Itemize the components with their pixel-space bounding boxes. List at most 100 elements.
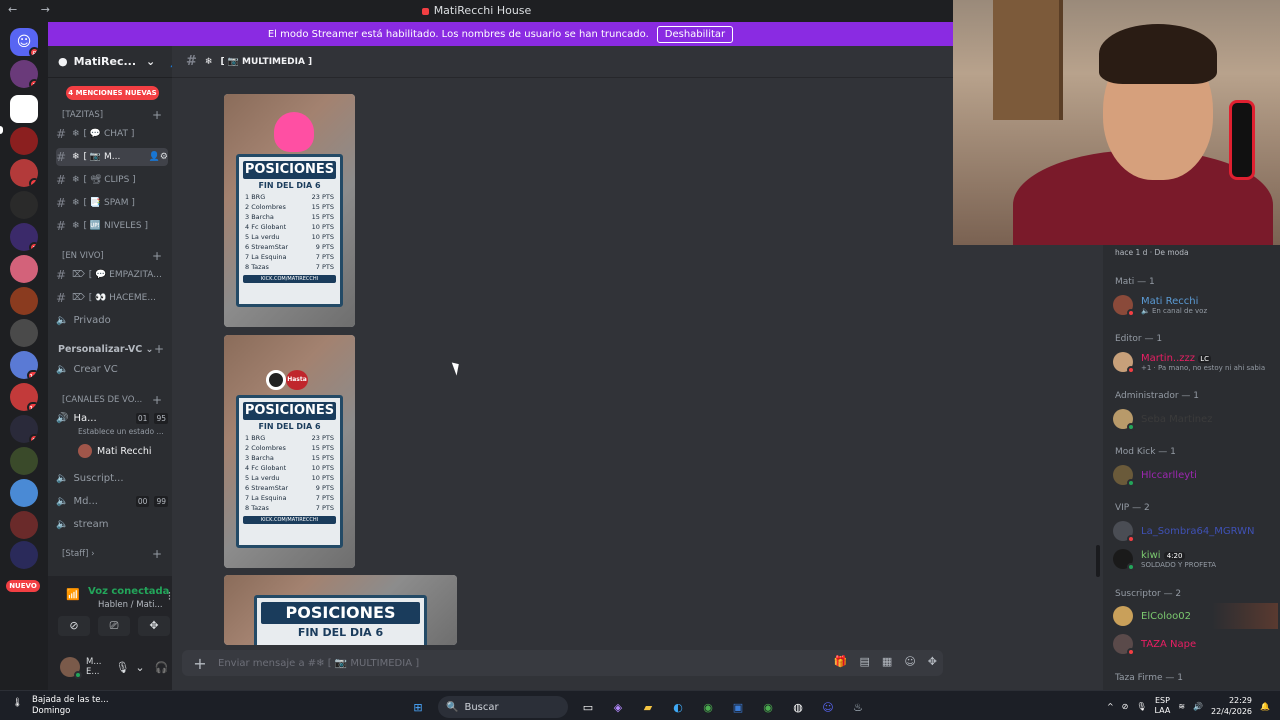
voice-channel-suscriptores[interactable]: 🔈 Suscript... (56, 469, 168, 487)
obs-icon[interactable]: ◍ (788, 697, 808, 717)
server-icon-8[interactable] (10, 287, 38, 315)
server-icon-15[interactable] (10, 511, 38, 539)
task-view-icon[interactable]: ▭ (578, 697, 598, 717)
poster-image-1[interactable]: POSICIONES FIN DEL DIA 6 1 BRG 23 PTS 2 C… (224, 94, 355, 327)
category-tazitas[interactable]: [TAZITAS] + (62, 108, 172, 122)
chrome-icon[interactable]: ◉ (698, 697, 718, 717)
live-icon: ⌦ (72, 293, 85, 303)
server-icon-5[interactable] (10, 191, 38, 219)
notification-icon[interactable]: 🔔 (1260, 702, 1270, 711)
file-explorer-icon[interactable]: ▰ (638, 697, 658, 717)
add-channel-icon[interactable]: + (152, 547, 162, 561)
channel-settings-icon[interactable]: 👤⚙ (149, 152, 168, 162)
server-icon-11[interactable]: 16 (10, 383, 38, 411)
channel-haceme[interactable]: # ⌦[ 👀 HACEME... (56, 289, 168, 307)
chevron-up-icon[interactable]: ^ (1107, 702, 1114, 711)
channel-niveles[interactable]: # ❄[ 🆙 NIVELES ] (56, 217, 168, 235)
apps-icon[interactable]: ✥ (928, 655, 937, 668)
camera-off-button[interactable]: ⊘ (58, 616, 90, 636)
volume-icon[interactable]: 🔊 (1193, 702, 1203, 711)
scrollbar[interactable] (1096, 545, 1100, 577)
member-mati-recchi[interactable]: Mati Recchi 🔈 En canal de voz (1113, 292, 1278, 318)
microphone-icon[interactable]: 🎙 (115, 661, 129, 674)
activity-meta: hace 1 d · De moda (1115, 248, 1189, 257)
server-icon-4[interactable]: 4 (10, 159, 38, 187)
channel-clips[interactable]: # ❄[ 📽 CLIPS ] (56, 171, 168, 189)
member-suscriptor-2[interactable]: TAZA Nape (1113, 631, 1278, 657)
member-vip-2[interactable]: kiwi 4:20 SOLDADO Y PROFETA (1113, 546, 1278, 572)
emoji-icon[interactable]: ☺ (904, 655, 915, 668)
user-names[interactable]: M... E... (86, 657, 101, 677)
server-icon-3[interactable] (10, 127, 38, 155)
category-personalizar-vc[interactable]: Personalizar-VC ⌄ (58, 344, 153, 355)
new-mentions-pill[interactable]: 4 MENCIONES NUEVAS (66, 86, 159, 100)
activities-button[interactable]: ✥ (138, 616, 170, 636)
voice-connected-status[interactable]: Voz conectada (88, 586, 169, 597)
server-icon-9[interactable] (10, 319, 38, 347)
weather-widget[interactable]: 🌡 Bajada de las te... Domingo (12, 695, 109, 717)
discord-taskbar-icon[interactable]: ☺ (818, 697, 838, 717)
server-icon-13[interactable] (10, 447, 38, 475)
member-suscriptor-1[interactable]: ElColoo02 (1113, 603, 1278, 629)
member-vip-1[interactable]: La_Sombra64_MGRWN (1113, 518, 1278, 544)
channel-chat[interactable]: # ❄[ 💬 CHAT ] (56, 125, 168, 143)
edge-icon[interactable]: ◐ (668, 697, 688, 717)
screen-share-button[interactable]: ⎚ (98, 616, 130, 636)
server-icon-7[interactable] (10, 255, 38, 283)
chevron-down-icon[interactable]: ⌄ (135, 661, 144, 674)
member-mod-kick[interactable]: Hlccarlleyti (1113, 462, 1278, 488)
server-icon-6[interactable]: 1 (10, 223, 38, 251)
add-channel-icon[interactable]: + (152, 108, 162, 122)
server-icon-2[interactable] (10, 95, 38, 123)
taskbar-search[interactable]: 🔍 Buscar (438, 696, 568, 718)
channel-multimedia[interactable]: # ❄[ 📷 M... 👤⚙ (56, 148, 168, 166)
add-channel-icon[interactable]: + (152, 249, 162, 263)
new-servers-pill[interactable]: NUEVO (6, 580, 40, 592)
discord-home-icon[interactable]: ☺ 8 (10, 28, 38, 56)
gift-icon[interactable]: 🎁 (834, 655, 848, 668)
voice-channel-md[interactable]: 🔈 Md... 00 99 (56, 492, 168, 510)
clock[interactable]: 22:29 22/4/2026 (1211, 695, 1252, 717)
category-en-vivo[interactable]: [EN VIVO] + (62, 249, 172, 263)
add-attachment-icon[interactable]: + (182, 654, 218, 673)
voice-channel-privado[interactable]: 🔈 Privado (56, 311, 168, 329)
noise-suppression-icon[interactable]: ⫶ (168, 590, 171, 604)
member-editor[interactable]: Martin..zzz LC +1 · Pa mano, no estoy ni … (1113, 349, 1278, 375)
server-icon-1[interactable]: 1 (10, 60, 38, 88)
voice-status-hint[interactable]: Establece un estado ... (78, 427, 164, 436)
windows-start-icon[interactable]: ⊞ (408, 697, 428, 717)
server-icon-12[interactable]: 9 (10, 415, 38, 443)
headset-icon[interactable]: 🎧 (155, 661, 169, 674)
voice-channel-crear-vc[interactable]: 🔈 Crear VC (56, 360, 168, 378)
add-channel-icon[interactable]: + (154, 342, 164, 356)
chrome-icon-2[interactable]: ◉ (758, 697, 778, 717)
wifi-icon[interactable]: ≋ (1178, 702, 1185, 711)
server-icon-14[interactable] (10, 479, 38, 507)
category-canales-de-voz[interactable]: [CANALES DE VO... + (62, 393, 172, 407)
app-icon[interactable]: ◈ (608, 697, 628, 717)
gif-icon[interactable]: ▤ (860, 655, 870, 668)
avatar[interactable] (60, 657, 82, 679)
server-icon-16[interactable] (10, 541, 38, 569)
message-composer[interactable]: + Enviar mensaje a #❄ [ 📷 MULTIMEDIA ] 🎁… (182, 650, 943, 676)
voice-channel-hablen[interactable]: 🔊 Ha... 01 95 (56, 409, 168, 427)
store-icon[interactable]: ▣ (728, 697, 748, 717)
disable-streamer-button[interactable]: Deshabilitar (656, 25, 734, 43)
add-channel-icon[interactable]: + (152, 393, 162, 407)
poster-image-3[interactable]: POSICIONES FIN DEL DIA 6 (224, 575, 457, 645)
language-indicator[interactable]: ESP LAA (1155, 696, 1171, 716)
microphone-icon[interactable]: 🎙 (1136, 702, 1146, 711)
message-input[interactable]: Enviar mensaje a #❄ [ 📷 MULTIMEDIA ] (218, 658, 419, 669)
voice-connected-channel[interactable]: Hablen / Mati... (98, 600, 163, 610)
member-admin[interactable]: Seba Martinez (1113, 406, 1278, 432)
channel-empazita[interactable]: # ⌦[ 💬 EMPAZITA... (56, 266, 168, 284)
tray-icon[interactable]: ⊘ (1122, 702, 1129, 711)
steam-icon[interactable]: ♨ (848, 697, 868, 717)
voice-channel-stream[interactable]: 🔈 stream (56, 515, 168, 533)
server-icon-10[interactable]: 12 (10, 351, 38, 379)
channel-spam[interactable]: # ❄[ 📑 SPAM ] (56, 194, 168, 212)
category-staff[interactable]: [Staff] › + (62, 547, 172, 561)
sticker-icon[interactable]: ▦ (882, 655, 892, 668)
poster-image-2[interactable]: Hasta POSICIONES FIN DEL DIA 6 1 BRG 23 P… (224, 335, 355, 568)
server-header[interactable]: ● MatiRec... ⌄ 👤 (48, 46, 183, 78)
